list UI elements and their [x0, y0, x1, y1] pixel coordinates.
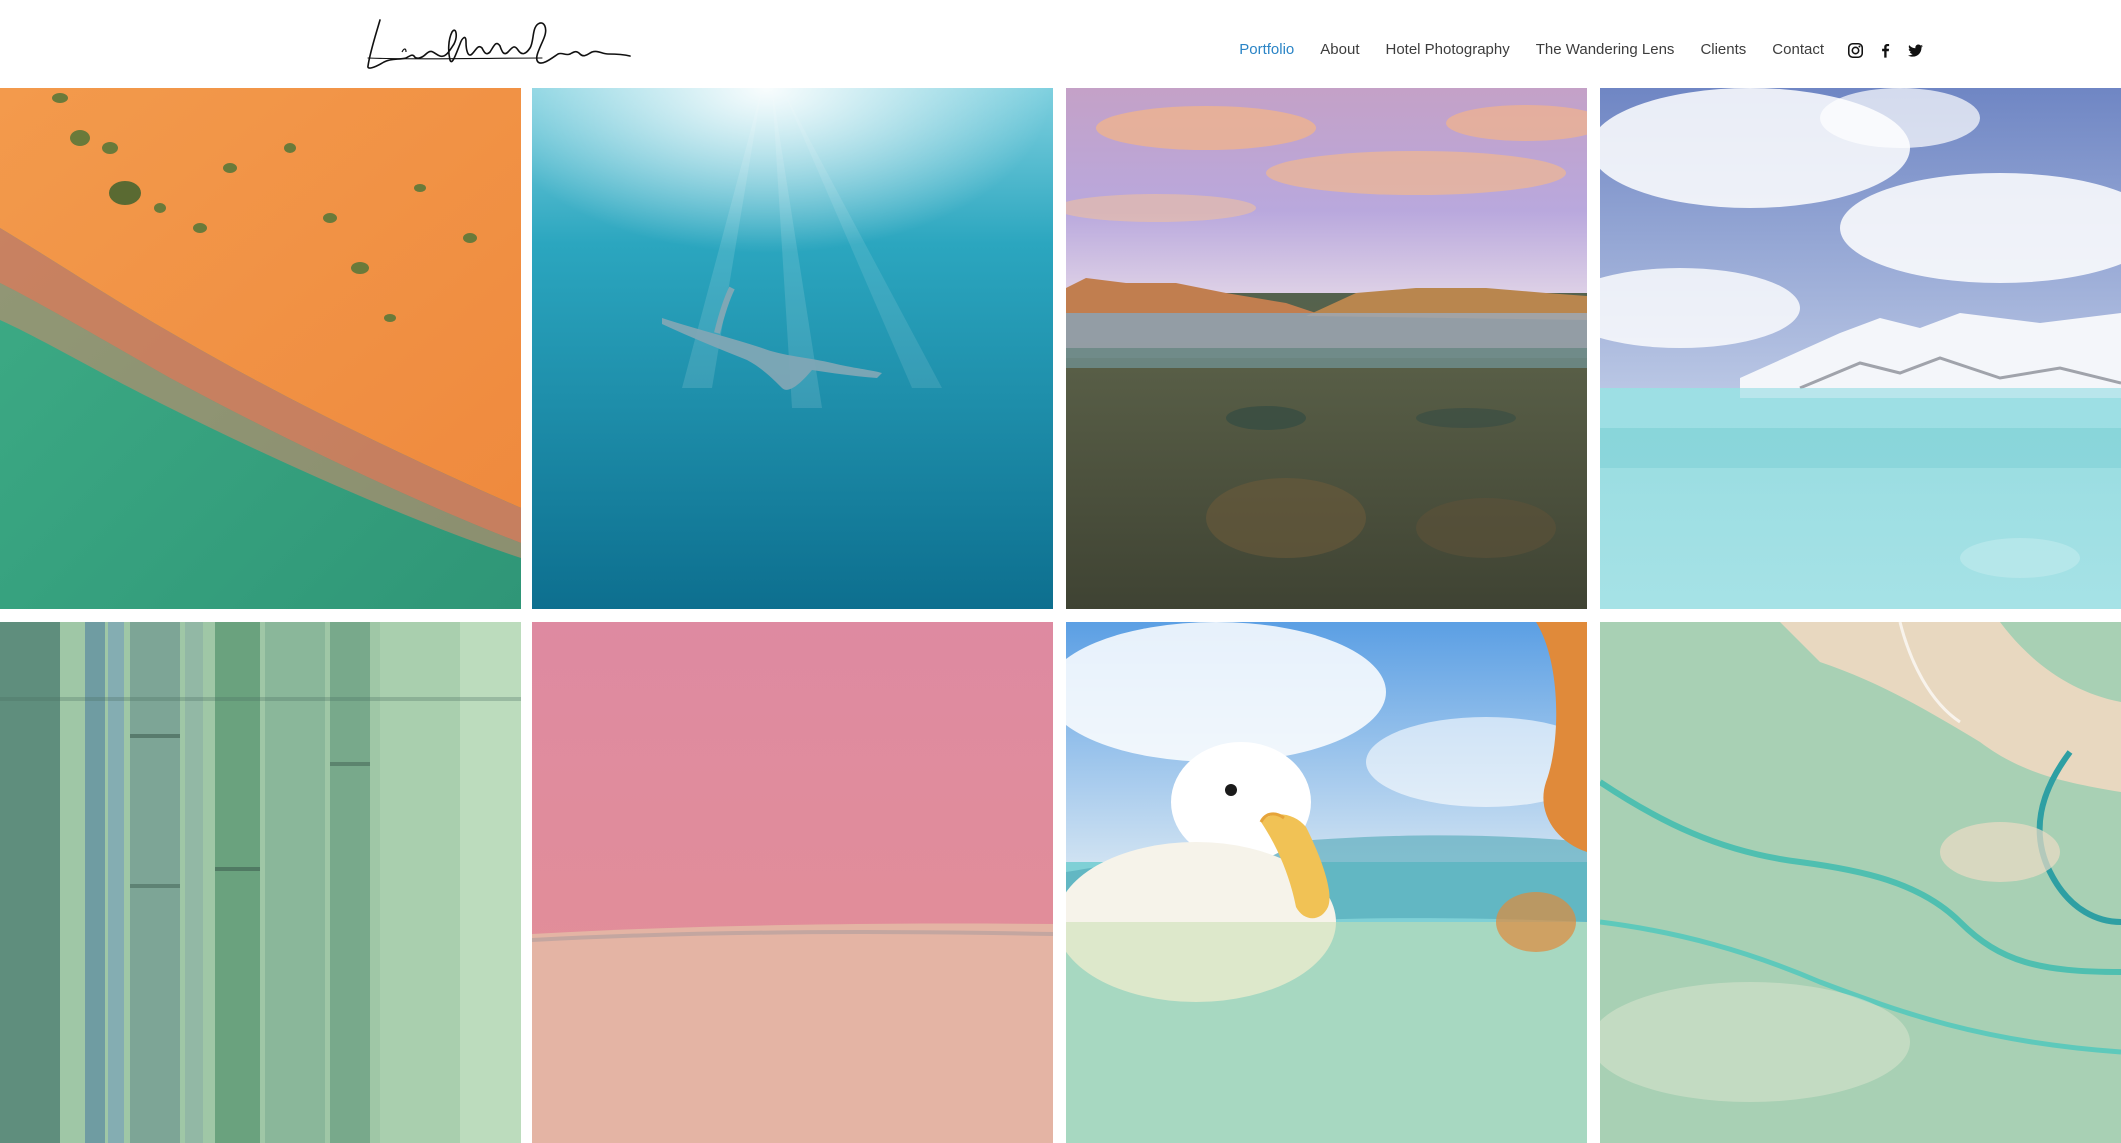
photo-mountains-lake — [1066, 88, 1587, 609]
site-logo[interactable] — [362, 14, 636, 74]
nav-item-clients[interactable]: Clients — [1700, 38, 1746, 62]
photo-tidal-sandbanks — [1600, 622, 2121, 1143]
portfolio-gallery — [0, 88, 2121, 1143]
twitter-icon[interactable] — [1906, 41, 1924, 59]
gallery-photo-underwater-swimmer[interactable] — [532, 88, 1053, 609]
gallery-photo-bamboo[interactable] — [0, 622, 521, 1143]
nav-item-portfolio[interactable]: Portfolio — [1239, 38, 1294, 62]
gallery-photo-snowy-mountain[interactable] — [1600, 88, 2121, 609]
social-links — [1846, 41, 1924, 59]
gallery-photo-pink-lake[interactable] — [532, 622, 1053, 1143]
gallery-photo-duck[interactable] — [1066, 622, 1587, 1143]
gallery-photo-mountains-lake[interactable] — [1066, 88, 1587, 609]
photo-duck — [1066, 622, 1587, 1143]
photo-bamboo — [0, 622, 521, 1143]
nav-item-the-wandering-lens[interactable]: The Wandering Lens — [1536, 38, 1675, 62]
instagram-icon[interactable] — [1846, 41, 1864, 59]
photo-pink-lake — [532, 622, 1053, 1143]
gallery-photo-tidal-sandbanks[interactable] — [1600, 622, 2121, 1143]
site-header: Portfolio About Hotel Photography The Wa… — [0, 0, 2121, 88]
gallery-photo-aerial-sand-water[interactable] — [0, 88, 521, 609]
photo-underwater-swimmer — [532, 88, 1053, 609]
signature-logo-graphic — [367, 19, 631, 69]
photo-snowy-mountain — [1600, 88, 2121, 609]
nav-item-about[interactable]: About — [1320, 38, 1359, 62]
nav-item-contact[interactable]: Contact — [1772, 38, 1824, 62]
main-nav: Portfolio About Hotel Photography The Wa… — [1239, 38, 1924, 62]
facebook-icon[interactable] — [1876, 41, 1894, 59]
photo-aerial-sand-water — [0, 88, 521, 609]
nav-item-hotel-photography[interactable]: Hotel Photography — [1385, 38, 1509, 62]
